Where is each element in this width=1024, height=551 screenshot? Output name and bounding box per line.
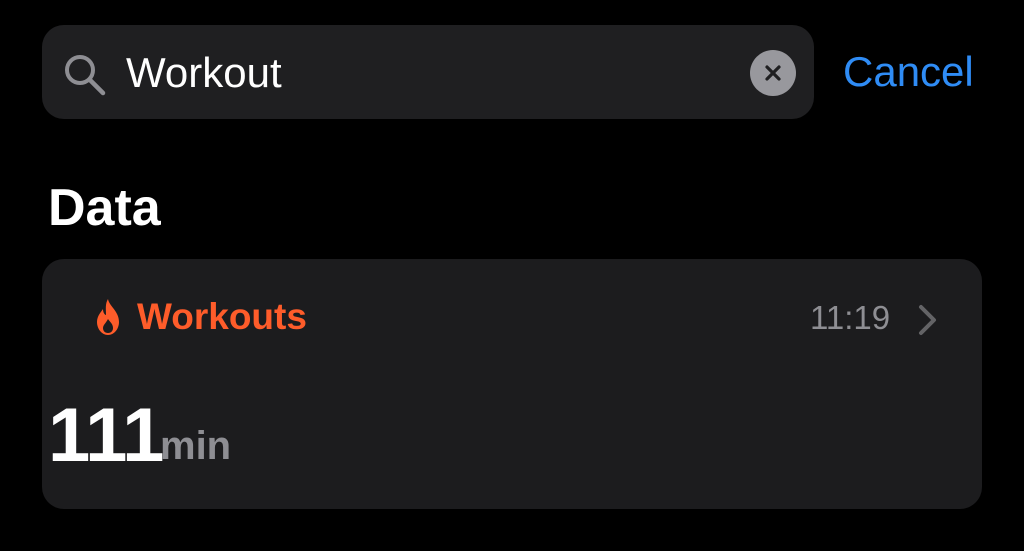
cancel-button[interactable]: Cancel — [843, 44, 974, 100]
card-category-label: Workouts — [137, 296, 307, 337]
search-icon — [65, 55, 106, 96]
clear-icon — [765, 65, 781, 81]
section-title: Data — [48, 179, 161, 237]
search-screen: Cancel Data Workouts 11:19 111 min — [0, 0, 1024, 551]
card-unit: min — [160, 424, 232, 468]
flame-icon — [97, 299, 119, 335]
chevron-right-icon — [919, 305, 936, 335]
card-value: 111 — [48, 393, 164, 478]
card-timestamp: 11:19 — [810, 299, 891, 336]
clear-search-button[interactable] — [750, 50, 796, 96]
search-input[interactable] — [126, 44, 726, 102]
